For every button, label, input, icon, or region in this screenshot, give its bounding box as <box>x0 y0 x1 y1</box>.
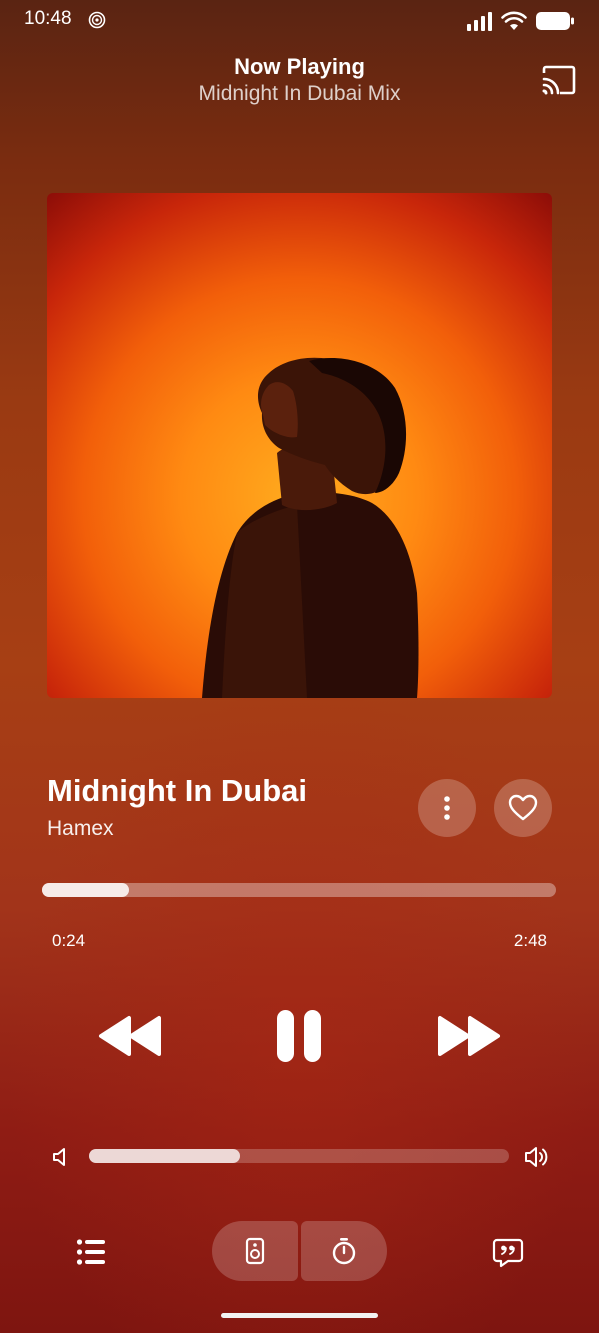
more-vertical-icon <box>444 796 450 820</box>
output-timer-group <box>212 1221 387 1281</box>
rewind-icon[interactable] <box>97 1012 165 1060</box>
track-title: Midnight In Dubai <box>47 773 308 808</box>
header-subtitle: Midnight In Dubai Mix <box>198 82 401 105</box>
status-icons <box>467 10 575 32</box>
battery-icon <box>536 12 574 30</box>
volume-low-icon[interactable] <box>52 1146 70 1168</box>
wifi-icon <box>501 11 527 30</box>
volume-high-icon[interactable] <box>524 1144 550 1170</box>
heart-outline-icon <box>508 794 538 821</box>
timer-icon <box>332 1238 356 1265</box>
queue-icon[interactable] <box>76 1238 106 1266</box>
signal-icon <box>467 12 492 31</box>
sleep-timer-button[interactable] <box>301 1221 387 1281</box>
track-artist[interactable]: Hamex <box>47 817 114 841</box>
pause-icon[interactable] <box>273 1008 325 1064</box>
time-elapsed: 0:24 <box>52 931 86 950</box>
more-options-button[interactable] <box>418 779 476 837</box>
volume-slider[interactable] <box>89 1149 509 1163</box>
progress-fill <box>42 883 130 897</box>
header-title: Now Playing <box>234 54 365 79</box>
volume-fill <box>89 1149 241 1163</box>
speaker-icon <box>245 1237 265 1265</box>
speaker-output-button[interactable] <box>212 1221 298 1281</box>
cast-icon[interactable] <box>540 64 576 96</box>
lyrics-icon[interactable] <box>492 1237 524 1269</box>
fast-forward-icon[interactable] <box>434 1012 502 1060</box>
home-indicator[interactable] <box>221 1313 378 1318</box>
like-button[interactable] <box>494 779 552 837</box>
artwork-portrait <box>202 357 419 698</box>
album-artwork <box>47 193 552 698</box>
ring-icon <box>88 11 106 29</box>
time-total: 2:48 <box>513 931 547 950</box>
progress-bar[interactable] <box>42 883 556 897</box>
status-time: 10:48 <box>24 8 72 29</box>
